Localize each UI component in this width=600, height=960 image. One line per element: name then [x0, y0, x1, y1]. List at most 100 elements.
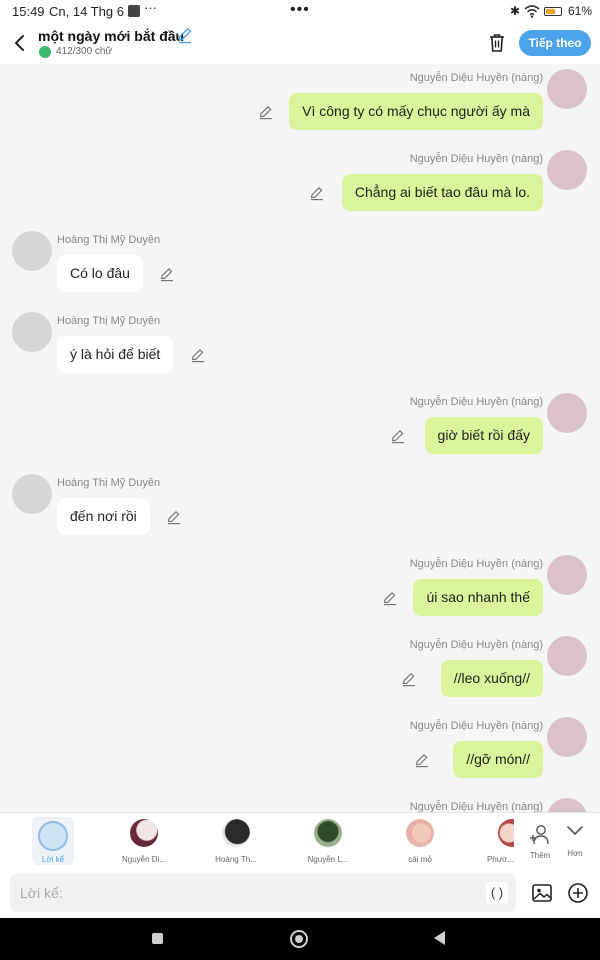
avatar: [498, 819, 514, 847]
speaker-name: Hoàng Thị Mỹ Duyên: [57, 315, 161, 327]
recents-button[interactable]: [152, 933, 163, 944]
story-title[interactable]: một ngày mới bắt đầu: [38, 28, 184, 44]
cast-name: Lời kể: [41, 855, 65, 864]
chat-area[interactable]: Nguyễn Diệu Huyền (nàng) Vì công ty có m…: [0, 64, 600, 812]
avatar[interactable]: [12, 231, 52, 271]
system-nav-bar: [0, 918, 600, 960]
bluetooth-icon: ✱: [510, 4, 521, 18]
status-time: 15:49: [12, 4, 45, 19]
avatar: [314, 819, 342, 847]
message-bubble[interactable]: Chẳng ai biết tao đâu mà lo.: [341, 174, 543, 211]
avatar[interactable]: [547, 636, 587, 676]
message-row: Nguyễn Diệu Huyền (nàng) úi sao nhanh th…: [0, 550, 600, 631]
message-row: Nguyễn Diệu Huyền (nàng) Chẳng ai biết t…: [0, 145, 600, 226]
multiwindow-handle[interactable]: •••: [290, 1, 310, 19]
next-button[interactable]: Tiếp theo: [519, 30, 591, 56]
cast-member[interactable]: cái mỏ: [385, 817, 455, 867]
narrator-icon: [38, 821, 68, 851]
message-row: Nguyễn Diệu Huyền (nàng) Vì công ty có m…: [0, 64, 600, 145]
message-bubble[interactable]: đến nơi rồi: [57, 498, 150, 535]
expand-button[interactable]: Hơn: [560, 819, 590, 863]
cast-name: Nguyễn L...: [307, 855, 349, 864]
message-bubble[interactable]: //gỡ món//: [453, 741, 543, 778]
trash-icon[interactable]: [487, 32, 507, 54]
plus-circle-icon[interactable]: [567, 882, 589, 904]
story-header: một ngày mới bắt đầu 412/300 chữ Tiếp th…: [0, 24, 600, 64]
cast-name: cái mỏ: [408, 855, 432, 864]
add-label: Thêm: [529, 851, 551, 860]
notification-app-icon: [128, 5, 140, 17]
message-bubble[interactable]: Vì công ty có mấy chục người ấy mà: [289, 93, 543, 130]
image-icon[interactable]: [531, 882, 553, 904]
cast-name: Phươ...: [486, 855, 514, 864]
message-bubble[interactable]: úi sao nhanh thế: [413, 579, 543, 616]
cast-narrator[interactable]: Lời kể: [32, 817, 74, 865]
character-bar: Lời kể Nguyễn Di... Hoàng Th... Nguyễn L…: [0, 812, 600, 868]
speaker-name: Nguyễn Diệu Huyền (nàng): [409, 72, 543, 84]
message-row: Nguyễn Diệu Huyền (nàng) //leo xuống//: [0, 631, 600, 712]
cast-member[interactable]: Phươ...: [470, 817, 514, 867]
pencil-icon[interactable]: [190, 347, 206, 363]
battery-percent: 61%: [568, 4, 593, 18]
check-icon: [39, 46, 51, 58]
pencil-icon[interactable]: [309, 185, 325, 201]
avatar[interactable]: [547, 798, 587, 812]
parenthesis-button[interactable]: ( ): [486, 882, 508, 904]
status-date: Cn, 14 Thg 6: [49, 4, 124, 19]
avatar[interactable]: [547, 555, 587, 595]
message-bubble[interactable]: giờ biết rồi đấy: [424, 417, 543, 454]
more-label: Hơn: [567, 849, 583, 858]
avatar[interactable]: [547, 717, 587, 757]
avatar[interactable]: [12, 312, 52, 352]
avatar[interactable]: [547, 69, 587, 109]
cast-member[interactable]: Hoàng Th...: [201, 817, 271, 867]
message-bubble[interactable]: ý là hỏi để biết: [57, 336, 174, 373]
message-row: Nguyễn Diệu Huyền (nàng) giờ biết rồi đấ…: [0, 388, 600, 469]
pencil-icon[interactable]: [401, 671, 417, 687]
speaker-name: Nguyễn Diệu Huyền (nàng): [409, 720, 543, 732]
message-row: Hoàng Thị Mỹ Duyên ý là hỏi để biết: [0, 307, 600, 388]
message-row: Hoàng Thị Mỹ Duyên đến nơi rồi: [0, 469, 600, 550]
message-row: Nguyễn Diệu Huyền (nàng): [0, 793, 600, 812]
pencil-icon[interactable]: [414, 752, 430, 768]
pencil-icon[interactable]: [258, 104, 274, 120]
battery-icon: [544, 7, 562, 16]
avatar: [406, 819, 434, 847]
cast-member[interactable]: Nguyễn Di...: [109, 817, 179, 867]
status-more-notifications: ···: [144, 0, 157, 15]
pencil-icon[interactable]: [382, 590, 398, 606]
chevron-left-icon[interactable]: [10, 32, 30, 54]
message-row: Nguyễn Diệu Huyền (nàng) //gỡ món//: [0, 712, 600, 793]
speaker-name: Nguyễn Diệu Huyền (nàng): [409, 396, 543, 408]
speaker-name: Nguyễn Diệu Huyền (nàng): [409, 153, 543, 165]
pencil-icon[interactable]: [176, 26, 194, 44]
speaker-name: Nguyễn Diệu Huyền (nàng): [409, 801, 543, 812]
add-character-button[interactable]: Thêm: [520, 817, 560, 867]
pencil-icon[interactable]: [390, 428, 406, 444]
avatar[interactable]: [547, 393, 587, 433]
avatar: [222, 819, 250, 847]
speaker-name: Nguyễn Diệu Huyền (nàng): [409, 558, 543, 570]
avatar[interactable]: [12, 474, 52, 514]
status-bar: 15:49 Cn, 14 Thg 6 ··· ••• ✱ 61%: [0, 0, 600, 24]
pencil-icon[interactable]: [159, 266, 175, 282]
speaker-name: Nguyễn Diệu Huyền (nàng): [409, 639, 543, 651]
add-person-icon: [530, 825, 549, 845]
cast-name: Hoàng Th...: [215, 855, 257, 864]
avatar: [130, 819, 158, 847]
home-button[interactable]: [290, 930, 308, 948]
speaker-name: Hoàng Thị Mỹ Duyên: [57, 477, 161, 489]
narration-input[interactable]: Lời kể: ( ): [10, 874, 516, 912]
back-button[interactable]: [434, 931, 445, 945]
pencil-icon[interactable]: [166, 509, 182, 525]
chevron-down-icon: [567, 826, 583, 836]
input-placeholder: Lời kể:: [20, 885, 63, 901]
composer-bar: Lời kể: ( ): [0, 868, 600, 918]
message-row: Hoàng Thị Mỹ Duyên Có lo đâu: [0, 226, 600, 307]
cast-name: Nguyễn Di...: [121, 855, 167, 864]
avatar[interactable]: [547, 150, 587, 190]
message-bubble[interactable]: //leo xuống//: [440, 660, 543, 697]
message-bubble[interactable]: Có lo đâu: [57, 255, 143, 292]
cast-member[interactable]: Nguyễn L...: [293, 817, 363, 867]
speaker-name: Hoàng Thị Mỹ Duyên: [57, 234, 161, 246]
